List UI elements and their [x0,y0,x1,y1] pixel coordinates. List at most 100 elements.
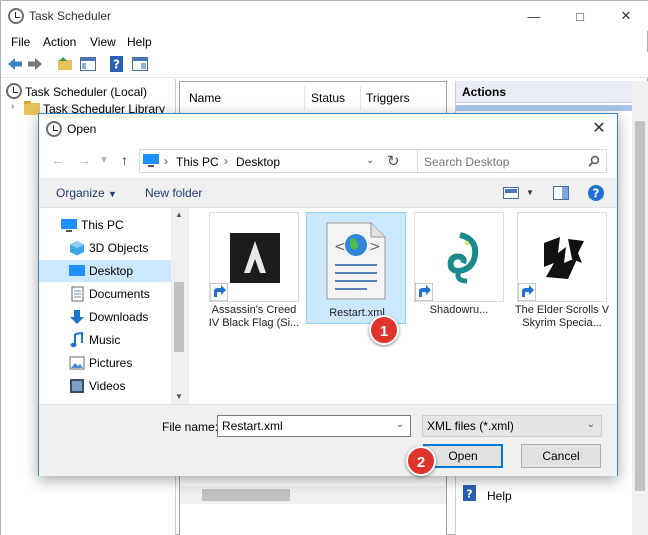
navigation-pane: This PC 3D Objects Desktop Documents Dow… [39,208,187,404]
folder-up-icon[interactable] [56,55,74,73]
back-icon[interactable] [6,55,24,73]
nav-item-downloads[interactable]: Downloads [47,306,185,328]
column-name[interactable]: Name [189,91,221,105]
title-bar: Task Scheduler — □ ✕ [1,1,648,31]
file-name: Assassin's Creed IV Black Flag (Si... [208,304,300,329]
file-name-dropdown-icon[interactable]: ⌄ [396,419,404,430]
close-button[interactable]: ✕ [603,1,648,31]
file-item[interactable]: The Elder Scrolls V Skyrim Specia... [514,212,609,329]
music-icon [70,332,83,348]
file-name: Shadowru... [429,304,489,316]
minimize-button[interactable]: — [511,1,557,31]
nav-item-pictures[interactable]: Pictures [47,352,185,374]
address-bar[interactable]: › This PC › Desktop ⌄ ↻ [139,149,423,173]
column-triggers[interactable]: Triggers [366,91,410,105]
navigation-scrollbar[interactable]: ▲ ▼ [171,208,187,404]
actions-scrollbar[interactable] [632,81,648,535]
nav-label: Documents [89,287,150,301]
svg-text:>: > [369,239,381,255]
column-divider [360,86,361,110]
navigation-scroll-thumb[interactable] [174,282,184,352]
dialog-title-bar: Open ✕ [39,114,617,144]
forward-icon[interactable] [26,55,44,73]
scroll-thumb[interactable] [202,489,290,501]
expand-arrow-icon[interactable]: › [11,101,14,112]
file-item[interactable]: Assassin's Creed IV Black Flag (Si... [206,212,300,329]
address-dropdown-icon[interactable]: ⌄ [366,155,374,166]
scroll-down-icon[interactable]: ▼ [175,392,183,401]
skyrim-icon [538,233,588,283]
maximize-button[interactable]: □ [557,1,603,31]
file-thumbnail [209,212,299,302]
svg-text:<: < [334,239,346,255]
menu-help[interactable]: Help [127,35,152,49]
menu-action[interactable]: Action [43,35,76,49]
actions-help-item[interactable]: Help [487,489,512,503]
assassins-creed-icon [230,233,280,283]
column-status[interactable]: Status [311,91,345,105]
menu-view[interactable]: View [90,35,116,49]
view-dropdown-icon[interactable]: ▼ [526,188,534,197]
nav-item-desktop[interactable]: Desktop [39,260,171,282]
file-name-value: Restart.xml [222,419,283,433]
file-name-input[interactable]: Restart.xml ⌄ [217,415,411,437]
window-title: Task Scheduler [29,9,112,23]
organize-button[interactable]: Organize ▼ [56,186,117,200]
back-arrow-icon[interactable]: ← [51,152,65,168]
svg-text:?: ? [593,187,600,201]
cancel-button[interactable]: Cancel [521,444,601,468]
search-placeholder: Search Desktop [424,155,510,169]
task-scheduler-icon [8,8,24,24]
picture-icon [69,356,85,370]
new-folder-button[interactable]: New folder [145,186,202,200]
address-navbar: ← → ▼ ↑ › This PC › Desktop ⌄ ↻ Search D… [39,144,617,178]
file-type-select[interactable]: XML files (*.xml) ⌄ [422,415,602,437]
shortcut-arrow-icon [210,283,228,301]
nav-item-videos[interactable]: Videos [47,375,185,397]
command-bar: Organize ▼ New folder ▼ ? [39,178,617,208]
actions-header: Actions [456,81,632,103]
search-icon[interactable] [588,155,600,167]
scroll-up-icon[interactable]: ▲ [175,210,183,219]
file-item[interactable]: Shadowru... [411,212,505,318]
file-thumbnail [414,212,504,302]
task-scheduler-window: Task Scheduler — □ ✕ File Action View He… [0,0,648,535]
file-list: Assassin's Creed IV Black Flag (Si... < … [189,208,617,404]
help-icon[interactable]: ? [587,184,605,202]
breadcrumb-separator-icon: › [164,154,168,168]
svg-text:?: ? [466,488,472,501]
recent-locations-icon[interactable]: ▼ [99,155,109,166]
up-arrow-icon[interactable]: ↑ [121,152,128,168]
breadcrumb-separator-icon: › [224,154,228,168]
view-options-icon[interactable] [503,187,519,199]
menu-file[interactable]: File [11,35,30,49]
nav-item-documents[interactable]: Documents [47,283,185,305]
organize-dropdown-icon: ▼ [108,189,117,199]
actions-scroll-thumb[interactable] [635,121,645,491]
shadowrun-dragon-icon [447,232,479,284]
step-marker-2: 2 [406,446,436,476]
xml-file-icon: < > [326,222,386,300]
nav-item-music[interactable]: Music [47,329,185,351]
nav-label: 3D Objects [89,241,149,255]
dialog-title: Open [67,122,97,136]
file-item-selected[interactable]: < > Restart.xml [306,212,406,324]
show-hide-action-pane-icon[interactable] [131,55,149,73]
help-icon[interactable]: ? [108,55,126,73]
tree-item-local[interactable]: Task Scheduler (Local) [25,85,147,99]
file-name-label: File name: [162,420,219,434]
preview-pane-icon[interactable] [553,186,569,200]
breadcrumb-desktop[interactable]: Desktop [236,155,280,169]
refresh-icon[interactable]: ↻ [387,152,400,170]
nav-item-this-pc[interactable]: This PC [39,214,177,236]
show-hide-tree-icon[interactable] [79,55,97,73]
search-input[interactable]: Search Desktop [417,149,607,173]
menu-bar: File Action View Help [1,32,648,52]
forward-arrow-icon[interactable]: → [77,152,91,168]
horizontal-scrollbar[interactable] [180,486,446,504]
dialog-close-button[interactable]: ✕ [589,119,609,139]
dialog-app-icon [46,121,62,137]
breadcrumb-this-pc[interactable]: This PC [176,155,219,169]
cube-icon [70,241,84,256]
nav-item-3d-objects[interactable]: 3D Objects [47,237,185,259]
